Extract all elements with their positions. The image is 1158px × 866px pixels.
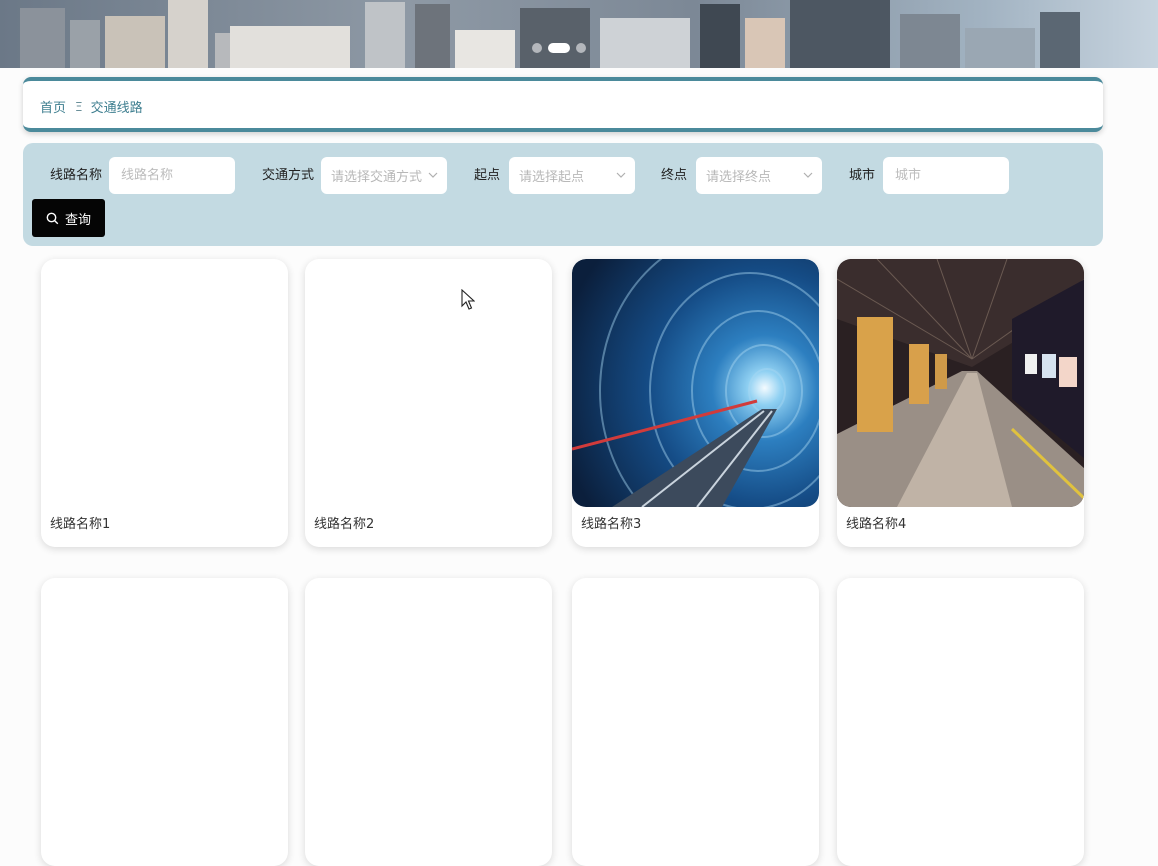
chevron-down-icon xyxy=(803,172,813,178)
carousel-indicators xyxy=(532,43,586,53)
transport-placeholder: 请选择交通方式 xyxy=(331,170,423,185)
query-button-label: 查询 xyxy=(64,212,91,228)
route-name-label: 线路名称 xyxy=(50,168,103,183)
route-image-subway-platform xyxy=(837,259,1084,507)
route-image xyxy=(305,259,552,507)
start-select[interactable]: 请选择起点 xyxy=(509,157,635,194)
route-image xyxy=(41,259,288,507)
route-name: 线路名称4 xyxy=(846,517,907,532)
banner-carousel[interactable] xyxy=(0,0,1158,68)
route-image xyxy=(572,578,819,826)
carousel-dot-active[interactable] xyxy=(548,43,570,53)
route-card[interactable] xyxy=(305,578,552,866)
end-label: 终点 xyxy=(661,168,688,183)
route-image xyxy=(41,578,288,826)
route-name-field[interactable] xyxy=(109,157,235,194)
route-image xyxy=(837,578,1084,826)
route-card[interactable]: 线路名称2 xyxy=(305,259,552,547)
breadcrumb-current: 交通线路 xyxy=(90,101,143,116)
route-name: 线路名称3 xyxy=(581,517,642,532)
route-card[interactable]: 线路名称1 xyxy=(41,259,288,547)
route-name: 线路名称2 xyxy=(314,517,375,532)
route-name-input[interactable] xyxy=(119,167,225,184)
route-card[interactable]: 线路名称4 xyxy=(837,259,1084,547)
chevron-down-icon xyxy=(616,172,626,178)
banner-image xyxy=(0,0,1158,68)
transport-label: 交通方式 xyxy=(262,168,315,183)
carousel-dot[interactable] xyxy=(576,43,586,53)
end-placeholder: 请选择终点 xyxy=(706,170,772,185)
route-image xyxy=(305,578,552,826)
route-card[interactable]: 线路名称3 xyxy=(572,259,819,547)
query-button[interactable]: 查询 xyxy=(32,199,105,237)
city-label: 城市 xyxy=(849,168,876,183)
route-card[interactable] xyxy=(837,578,1084,866)
breadcrumb-card: 首页 Ξ 交通线路 xyxy=(23,77,1103,132)
breadcrumb-home-link[interactable]: 首页 xyxy=(40,97,66,116)
route-image-subway-tunnel xyxy=(572,259,819,507)
breadcrumb-separator: Ξ xyxy=(75,99,83,114)
search-icon xyxy=(46,212,59,224)
breadcrumb: 首页 Ξ 交通线路 xyxy=(40,97,143,117)
route-card[interactable] xyxy=(572,578,819,866)
transport-select[interactable]: 请选择交通方式 xyxy=(321,157,447,194)
carousel-dot[interactable] xyxy=(532,43,542,53)
route-name: 线路名称1 xyxy=(50,517,111,532)
search-panel: 线路名称 交通方式 请选择交通方式 起点 请选择起点 终点 请选择终点 城市 查… xyxy=(23,143,1103,246)
start-placeholder: 请选择起点 xyxy=(519,170,585,185)
mouse-cursor-icon xyxy=(461,289,475,310)
route-card[interactable] xyxy=(41,578,288,866)
city-field[interactable] xyxy=(883,157,1009,194)
city-input[interactable] xyxy=(893,167,999,184)
start-label: 起点 xyxy=(474,168,501,183)
chevron-down-icon xyxy=(428,172,438,178)
end-select[interactable]: 请选择终点 xyxy=(696,157,822,194)
